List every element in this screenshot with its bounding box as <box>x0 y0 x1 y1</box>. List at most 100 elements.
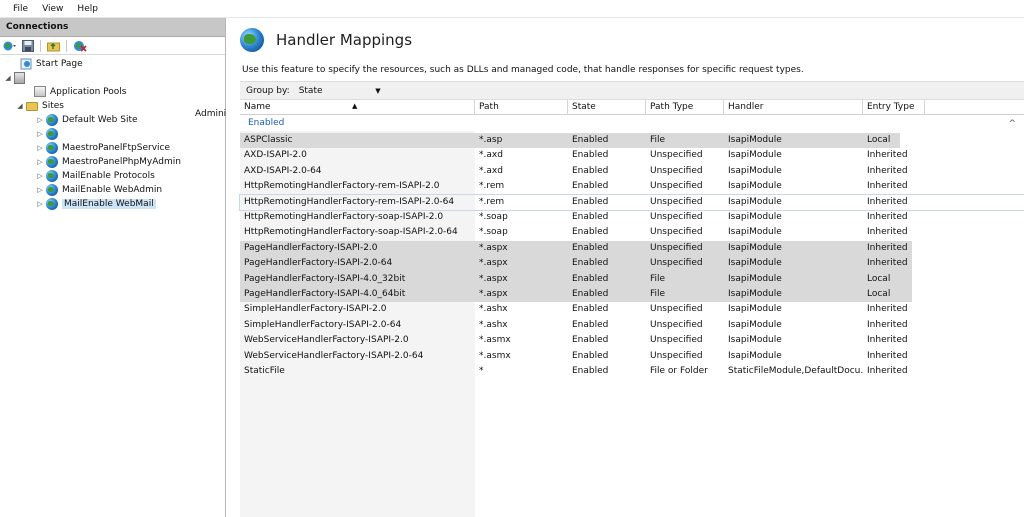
tree-server[interactable]: ◢ <box>4 71 30 85</box>
menu-help[interactable]: Help <box>70 4 105 14</box>
table-row[interactable]: WebServiceHandlerFactory-ISAPI-2.0 *.asmx… <box>240 333 1024 348</box>
cell-entry-type: Inherited <box>867 150 908 161</box>
table-row[interactable]: AXD-ISAPI-2.0 *.axd Enabled Unspecified Isap… <box>240 148 1024 163</box>
tree-label: Default Web Site <box>62 115 138 125</box>
menu-view[interactable]: View <box>35 4 70 14</box>
column-header-entry-type[interactable]: Entry Type <box>863 100 925 115</box>
table-row[interactable]: HttpRemotingHandlerFactory-soap-ISAPI-2.… <box>240 210 1024 225</box>
cell-entry-type: Inherited <box>867 335 908 346</box>
chevron-down-icon: ▼ <box>375 86 381 95</box>
cell-state: Enabled <box>572 319 609 330</box>
cell-entry-type: Inherited <box>867 212 908 222</box>
cell-handler: IsapiModule <box>728 350 782 361</box>
app-pools-icon <box>34 86 46 98</box>
table-row[interactable]: SimpleHandlerFactory-ISAPI-2.0-64 *.ashx E… <box>240 318 1024 333</box>
table-row[interactable]: PageHandlerFactory-ISAPI-4.0_32bit *.aspx… <box>240 271 1024 287</box>
tree-site-selected[interactable]: ▷ MailEnable WebMail <box>36 197 156 211</box>
tree-application-pools[interactable]: Application Pools <box>24 85 126 99</box>
table-row[interactable]: ASPClassic *.asp Enabled File IsapiModule Loc… <box>240 133 1024 149</box>
group-by-select[interactable]: State ▼ <box>296 86 384 96</box>
globe-icon <box>46 142 58 154</box>
column-header-state[interactable]: State <box>568 100 646 115</box>
table-row[interactable]: WebServiceHandlerFactory-ISAPI-2.0-64 *.a… <box>240 349 1024 364</box>
tree-expander[interactable]: ▷ <box>36 144 44 152</box>
sort-ascending-icon: ▲ <box>352 102 358 110</box>
main-pane: Handler Mappings Use this feature to spe… <box>230 18 1024 517</box>
cell-path: *.rem <box>479 196 505 207</box>
cell-path: *.soap <box>479 212 508 222</box>
sites-folder-icon <box>26 100 38 112</box>
tree-site[interactable]: ▷ Default Web Site <box>36 113 138 127</box>
tree-site[interactable]: ▷ <box>36 127 62 141</box>
cell-name: AXD-ISAPI-2.0 <box>244 150 307 161</box>
column-header-name[interactable]: Name <box>240 100 475 115</box>
cell-handler: IsapiModule <box>728 289 782 299</box>
tree-expander[interactable]: ▷ <box>36 130 44 138</box>
cell-entry-type: Inherited <box>867 304 908 315</box>
cell-path: *.aspx <box>479 273 508 284</box>
table-row[interactable]: PageHandlerFactory-ISAPI-2.0-64 *.aspx Ena… <box>240 256 1024 272</box>
cell-path: *.soap <box>479 227 508 238</box>
cell-state: Enabled <box>572 335 609 346</box>
tree-expander[interactable]: ▷ <box>36 158 44 166</box>
disconnect-icon[interactable] <box>72 39 87 53</box>
start-page-icon <box>20 58 32 70</box>
tree-expander[interactable]: ▷ <box>36 116 44 124</box>
menu-file[interactable]: File <box>6 4 35 14</box>
cell-state: Enabled <box>572 289 609 299</box>
cell-handler: IsapiModule <box>728 196 782 207</box>
globe-icon <box>46 170 58 182</box>
up-folder-icon[interactable] <box>46 39 61 53</box>
tree-site[interactable]: ▷ MaestroPanelPhpMyAdmin <box>36 155 181 169</box>
cell-handler: IsapiModule <box>728 273 782 284</box>
save-icon[interactable] <box>20 39 35 53</box>
tree-site[interactable]: ▷ MaestroPanelFtpService <box>36 141 170 155</box>
tree-label: MailEnable WebAdmin <box>62 185 163 195</box>
menu-bar: File View Help <box>0 0 1024 18</box>
cell-path-type: Unspecified <box>650 196 703 207</box>
cell-handler: IsapiModule <box>728 242 782 253</box>
cell-name: SimpleHandlerFactory-ISAPI-2.0 <box>244 304 387 315</box>
column-header-path[interactable]: Path <box>475 100 568 115</box>
tree-start-page[interactable]: Start Page <box>10 57 83 71</box>
cell-entry-type: Inherited <box>867 350 908 361</box>
column-header-path-type[interactable]: Path Type <box>646 100 724 115</box>
cell-handler: IsapiModule <box>728 150 782 161</box>
connections-pane: Connections Start Page ◢ Admini Applicat… <box>0 18 226 517</box>
tree-sites[interactable]: ◢ Sites <box>16 99 64 113</box>
cell-path: *.asmx <box>479 350 511 361</box>
cell-name: PageHandlerFactory-ISAPI-2.0-64 <box>244 258 393 269</box>
tree-expander[interactable]: ◢ <box>4 74 12 82</box>
tree-expander[interactable]: ▷ <box>36 200 44 208</box>
tree-expander[interactable]: ◢ <box>16 102 24 110</box>
cell-name: WebServiceHandlerFactory-ISAPI-2.0 <box>244 335 409 346</box>
tree-expander[interactable]: ▷ <box>36 186 44 194</box>
connect-icon[interactable] <box>2 39 17 53</box>
cell-state: Enabled <box>572 273 609 284</box>
cell-name: SimpleHandlerFactory-ISAPI-2.0-64 <box>244 319 402 330</box>
cell-name: PageHandlerFactory-ISAPI-2.0 <box>244 242 378 253</box>
column-header-handler[interactable]: Handler <box>724 100 863 115</box>
cell-entry-type: Local <box>867 289 891 299</box>
table-row[interactable]: SimpleHandlerFactory-ISAPI-2.0 *.ashx Enab… <box>240 302 1024 317</box>
table-row[interactable]: PageHandlerFactory-ISAPI-4.0_64bit *.aspx… <box>240 287 1024 303</box>
tree-site[interactable]: ▷ MailEnable WebAdmin <box>36 183 162 197</box>
cell-entry-type: Local <box>867 135 891 145</box>
table-row[interactable]: PageHandlerFactory-ISAPI-2.0 *.aspx Enable… <box>240 240 1024 257</box>
tree-expander[interactable]: ▷ <box>36 172 44 180</box>
cell-state: Enabled <box>572 212 609 222</box>
table-row[interactable]: HttpRemotingHandlerFactory-rem-ISAPI-2.0… <box>239 193 1024 212</box>
tree-site[interactable]: ▷ MailEnable Protocols <box>36 169 155 183</box>
table-row[interactable]: StaticFile * Enabled File or Folder StaticFi… <box>240 364 1024 379</box>
cell-path-type: Unspecified <box>650 335 703 346</box>
collapse-icon[interactable]: ^ <box>1008 116 1016 132</box>
handler-mappings-icon <box>240 28 264 52</box>
table-row[interactable]: HttpRemotingHandlerFactory-soap-ISAPI-2.… <box>240 225 1024 240</box>
table-row[interactable]: HttpRemotingHandlerFactory-rem-ISAPI-2.0… <box>240 179 1024 194</box>
cell-entry-type: Local <box>867 273 891 284</box>
tree-label: Sites <box>42 101 64 111</box>
table-row[interactable]: AXD-ISAPI-2.0-64 *.axd Enabled Unspecified I… <box>240 164 1024 179</box>
group-header-enabled[interactable]: Enabled ^ <box>240 115 1024 131</box>
connections-title: Connections <box>0 18 225 37</box>
cell-path: *.asp <box>479 135 503 145</box>
